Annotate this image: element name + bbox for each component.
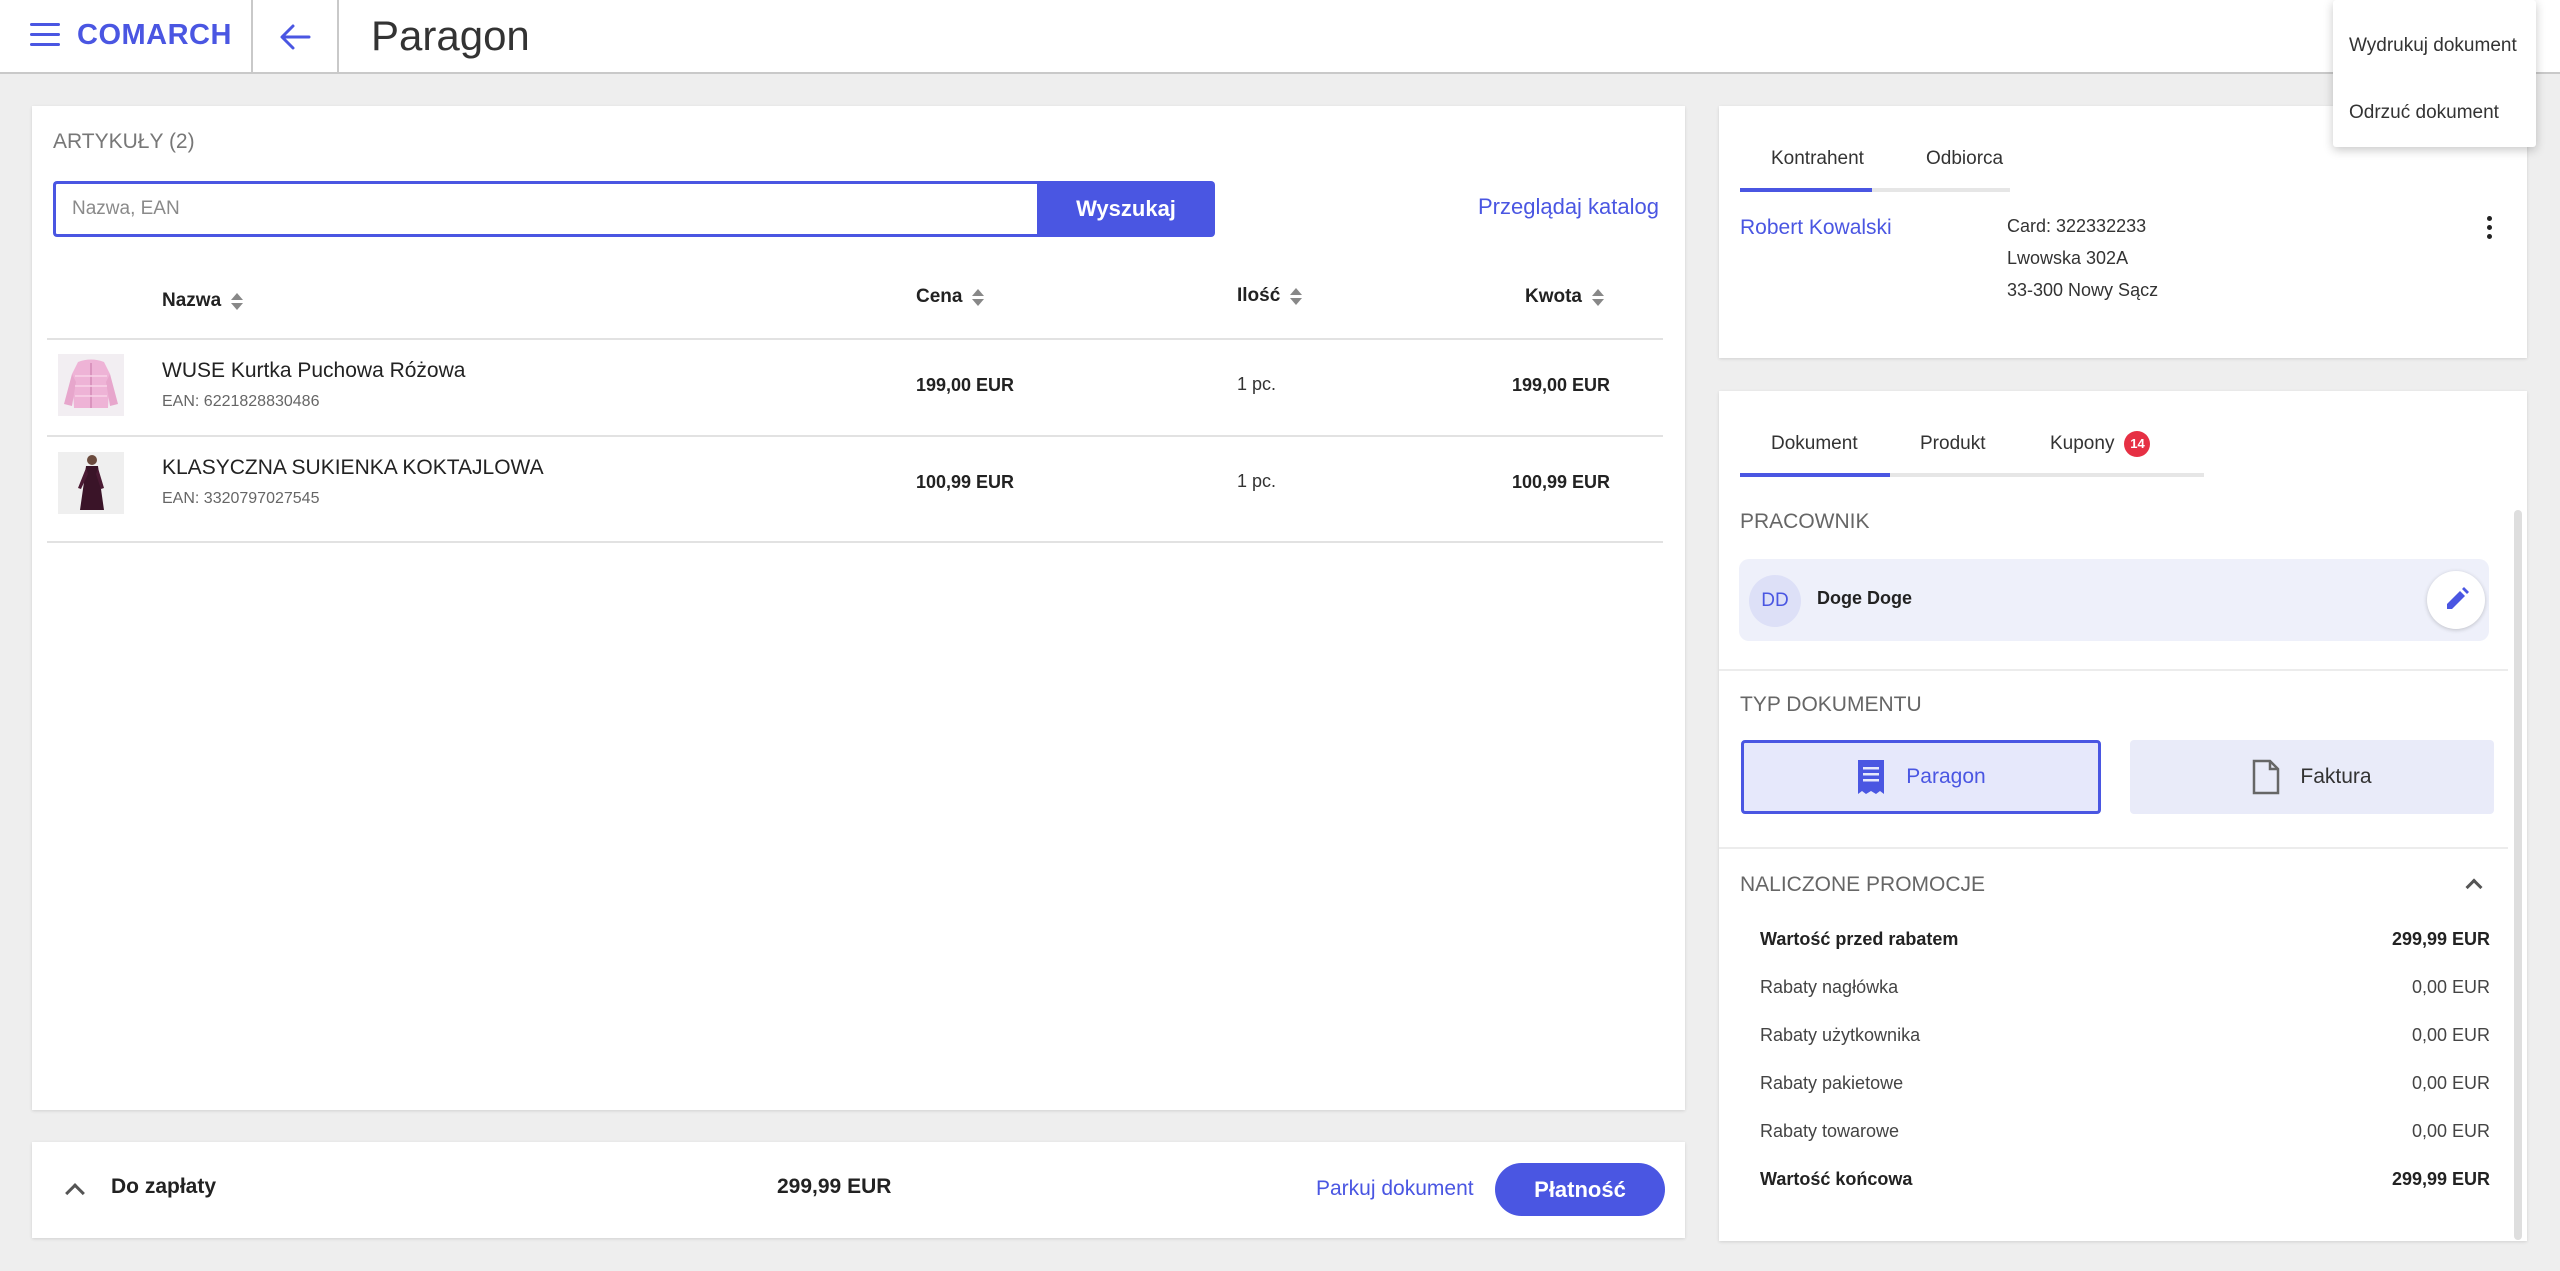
promo-row: Rabaty pakietowe 0,00 EUR bbox=[1760, 1073, 2490, 1093]
tab-indicator bbox=[1740, 473, 1890, 477]
sort-icon bbox=[231, 291, 244, 311]
articles-title: ARTYKUŁY (2) bbox=[53, 130, 195, 153]
promo-row: Wartość przed rabatem 299,99 EUR bbox=[1760, 929, 2490, 949]
product-amount: 199,00 EUR bbox=[1511, 375, 1610, 395]
articles-panel: ARTYKUŁY (2) Wyszukaj Przeglądaj katalog… bbox=[32, 106, 1685, 1110]
promo-row: Wartość końcowa 299,99 EUR bbox=[1760, 1169, 2490, 1189]
chevron-up-icon[interactable] bbox=[2465, 878, 2483, 896]
document-panel-scrollbar[interactable] bbox=[2514, 510, 2522, 1240]
document-type-invoice-button[interactable]: Faktura bbox=[2130, 740, 2494, 814]
product-quantity[interactable]: 1 pc. bbox=[1237, 471, 1276, 492]
product-amount: 100,99 EUR bbox=[1511, 472, 1610, 492]
document-type-receipt-button[interactable]: Paragon bbox=[1741, 740, 2101, 814]
page-title: Paragon bbox=[371, 12, 530, 59]
avatar: DD bbox=[1749, 575, 1801, 627]
tab-indicator bbox=[1740, 188, 1872, 192]
product-thumbnail-dark-dress bbox=[58, 452, 124, 514]
chevron-up-icon[interactable] bbox=[65, 1183, 85, 1203]
hamburger-menu-icon[interactable] bbox=[30, 23, 60, 47]
tab-coupons[interactable]: Kupony 14 bbox=[2050, 431, 2151, 457]
client-street: Lwowska 302A bbox=[2007, 248, 2129, 268]
employee-section-title: PRACOWNIK bbox=[1740, 510, 1870, 533]
menu-item-print-document[interactable]: Wydrukuj dokument bbox=[2349, 35, 2517, 57]
column-header-name[interactable]: Nazwa bbox=[162, 290, 244, 312]
client-city: 33-300 Nowy Sącz bbox=[2007, 280, 2159, 300]
header-divider bbox=[251, 0, 253, 74]
promo-row: Rabaty użytkownika 0,00 EUR bbox=[1760, 1025, 2490, 1045]
back-arrow-icon[interactable] bbox=[275, 17, 315, 57]
amount-due-value: 299,99 EUR bbox=[777, 1175, 892, 1198]
table-divider bbox=[47, 338, 1663, 340]
amount-due-label: Do zapłaty bbox=[111, 1175, 217, 1198]
product-price: 199,00 EUR bbox=[916, 375, 1015, 395]
browse-catalog-link[interactable]: Przeglądaj katalog bbox=[1478, 194, 1659, 220]
pencil-icon bbox=[2447, 587, 2469, 609]
sort-icon bbox=[1592, 287, 1604, 307]
product-name: KLASYCZNA SUKIENKA KOKTAJLOWA bbox=[162, 456, 544, 479]
more-options-icon[interactable] bbox=[2485, 216, 2493, 242]
park-document-link[interactable]: Parkuj dokument bbox=[1316, 1177, 1474, 1201]
employee-card: DD Doge Doge bbox=[1739, 559, 2489, 641]
app-header: COMARCH Paragon bbox=[0, 0, 2560, 74]
product-ean: EAN: 6221828830486 bbox=[162, 393, 320, 410]
document-icon bbox=[2253, 759, 2280, 795]
product-quantity[interactable]: 1 pc. bbox=[1237, 374, 1276, 395]
sort-icon bbox=[972, 287, 985, 307]
payment-bar: Do zapłaty 299,99 EUR Parkuj dokument Pł… bbox=[32, 1142, 1685, 1238]
header-divider bbox=[337, 0, 339, 74]
menu-item-reject-document[interactable]: Odrzuć dokument bbox=[2349, 102, 2499, 124]
document-actions-menu: Wydrukuj dokument Odrzuć dokument bbox=[2333, 0, 2536, 147]
tab-product[interactable]: Produkt bbox=[1920, 433, 1985, 455]
table-divider bbox=[47, 541, 1663, 543]
document-type-title: TYP DOKUMENTU bbox=[1740, 693, 1922, 716]
comarch-logo: COMARCH bbox=[77, 19, 232, 51]
sort-icon bbox=[1290, 286, 1303, 306]
promo-row: Rabaty nagłówka 0,00 EUR bbox=[1760, 977, 2490, 997]
tab-recipient[interactable]: Odbiorca bbox=[1926, 148, 2003, 170]
product-name: WUSE Kurtka Puchowa Różowa bbox=[162, 359, 466, 382]
product-price: 100,99 EUR bbox=[916, 472, 1015, 492]
tab-contractor[interactable]: Kontrahent bbox=[1771, 148, 1864, 170]
section-divider bbox=[1719, 847, 2508, 849]
client-name-link[interactable]: Robert Kowalski bbox=[1740, 216, 1892, 240]
promo-row: Rabaty towarowe 0,00 EUR bbox=[1760, 1121, 2490, 1141]
search-input[interactable] bbox=[53, 181, 1037, 237]
section-divider bbox=[1719, 669, 2508, 671]
edit-employee-button[interactable] bbox=[2427, 571, 2485, 629]
tab-document[interactable]: Dokument bbox=[1771, 433, 1858, 455]
product-thumbnail-pink-jacket bbox=[58, 354, 124, 416]
search-button[interactable]: Wyszukaj bbox=[1037, 181, 1215, 237]
client-card: Card: 322332233 bbox=[2007, 216, 2147, 236]
column-header-price[interactable]: Cena bbox=[916, 286, 985, 308]
column-header-amount[interactable]: Kwota bbox=[1525, 286, 1604, 308]
table-divider bbox=[47, 435, 1663, 437]
employee-name: Doge Doge bbox=[1817, 588, 1913, 608]
document-panel: Dokument Produkt Kupony 14 PRACOWNIK DD D… bbox=[1719, 391, 2527, 1241]
payment-button[interactable]: Płatność bbox=[1495, 1163, 1665, 1216]
product-ean: EAN: 3320797027545 bbox=[162, 490, 320, 507]
coupons-count-badge: 14 bbox=[2124, 431, 2151, 457]
column-header-quantity[interactable]: Ilość bbox=[1237, 285, 1303, 307]
promotions-title: NALICZONE PROMOCJE bbox=[1740, 873, 1986, 896]
receipt-icon bbox=[1858, 760, 1885, 794]
